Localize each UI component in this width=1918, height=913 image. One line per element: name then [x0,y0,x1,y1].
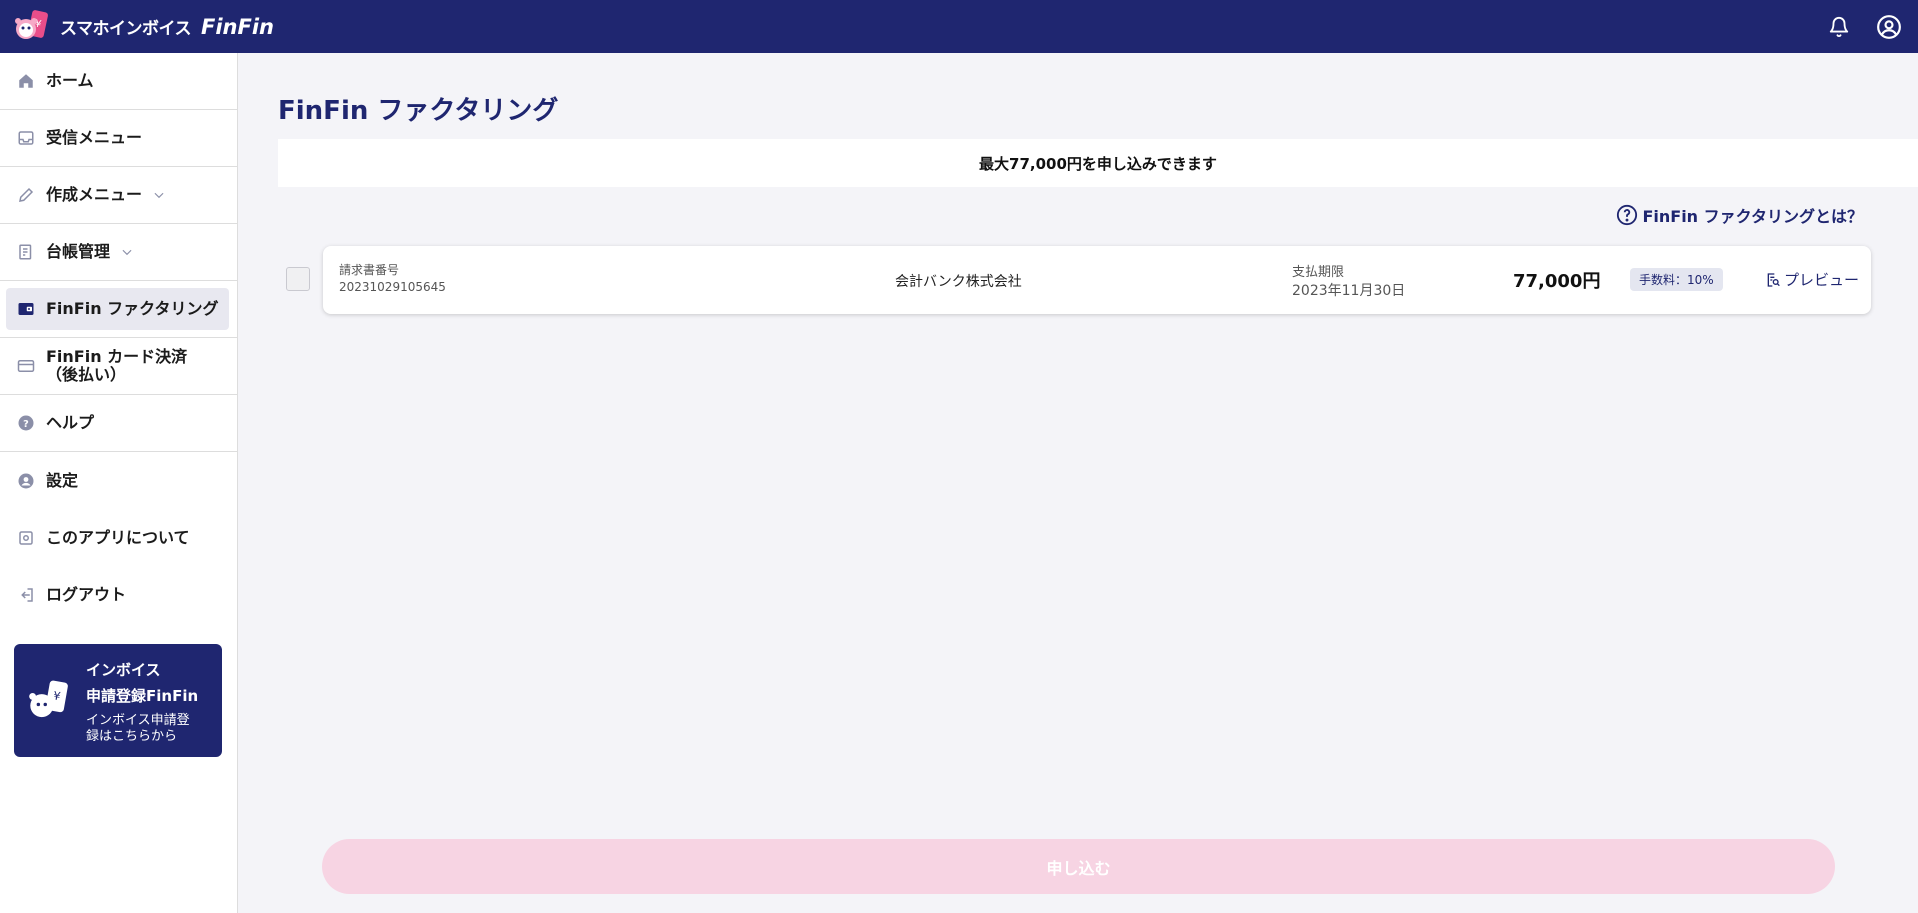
limit-banner: 最大77,000円を申し込みできます [278,139,1918,187]
apply-button[interactable]: 申し込む [322,839,1835,894]
preview-button[interactable]: プレビュー [1765,269,1859,290]
help-icon: ? [16,413,36,433]
promo-desc-line-1: インボイス申請登 [86,712,190,728]
preview-label: プレビュー [1784,271,1860,289]
mascot-logo-icon: ¥ [15,9,48,39]
sidebar: ホーム 受信メニュー 作成メニュー 台帳管理 FinFin ファクタリング Fi… [0,53,238,913]
main-content: FinFin ファクタリング 最大77,000円を申し込みできます FinFin… [239,53,1918,913]
invoice-card: 請求書番号 20231029105645 会計バンク株式会社 支払期限 2023… [323,246,1871,314]
fee-badge: 手数料：10% [1630,268,1723,291]
document-search-icon [1767,272,1780,287]
invoice-select-checkbox[interactable] [286,267,310,291]
svg-text:?: ? [23,419,29,430]
account-icon[interactable] [1876,14,1902,40]
app-logo[interactable]: ¥ スマホインボイス FinFin [14,7,274,47]
invoice-amount: 77,000円 [1513,271,1601,292]
sidebar-item-inbox[interactable]: 受信メニュー [0,110,237,167]
sidebar-item-label: 受信メニュー [46,128,143,147]
wallet-icon [16,299,36,319]
sidebar-item-ledger[interactable]: 台帳管理 [0,224,237,281]
card-icon [16,356,36,376]
promo-title-line-2: 申請登録FinFin [86,686,199,705]
promo-title: インボイス 申請登録FinFin [86,657,198,709]
gear-icon [16,528,36,548]
sidebar-item-logout[interactable]: ログアウト [0,566,237,623]
user-icon [16,471,36,491]
bell-icon[interactable] [1828,15,1850,39]
promo-description: インボイス申請登 録はこちらから [86,713,198,745]
due-date: 2023年11月30日 [1292,283,1406,299]
brand-english: FinFin [200,14,274,39]
top-icons [1828,14,1904,40]
sidebar-item-label: 台帳管理 [46,242,111,261]
sidebar-item-label: ログアウト [46,584,127,604]
top-bar: ¥ スマホインボイス FinFin [0,0,1918,53]
label-line-1: FinFin カード決済 [46,347,188,366]
pencil-icon [16,185,36,205]
promo-desc-line-2: 録はこちらから [86,728,178,744]
sidebar-item-create[interactable]: 作成メニュー [0,167,237,224]
page-title: FinFin ファクタリング [278,96,559,126]
sidebar-item-card-payment[interactable]: FinFin カード決済 （後払い） [0,338,237,395]
invoice-number: 20231029105645 [339,280,446,294]
due-date-label: 支払期限 [1292,265,1345,280]
sidebar-item-label: FinFin カード決済 （後払い） [46,348,187,384]
sidebar-item-label: ヘルプ [46,413,95,432]
ledger-icon [16,242,36,262]
invoice-number-label: 請求書番号 [339,263,400,277]
sidebar-item-label: ホーム [46,71,94,90]
sidebar-item-settings[interactable]: 設定 [0,452,237,509]
sidebar-item-about[interactable]: このアプリについて [0,509,237,566]
invoice-company: 会計バンク株式会社 [895,274,1022,290]
inbox-icon [16,128,36,148]
brand-japanese: スマホインボイス [60,19,191,39]
sidebar-item-home[interactable]: ホーム [0,53,237,110]
sidebar-item-factoring[interactable]: FinFin ファクタリング [0,281,237,338]
question-circle-icon [1617,204,1638,226]
help-link-label: FinFin ファクタリングとは？ [1642,207,1863,226]
sidebar-item-label: 作成メニュー [46,185,143,204]
label-line-2: （後払い） [46,365,127,384]
promo-text: インボイス 申請登録FinFin インボイス申請登 録はこちらから [86,657,198,745]
chevron-down-icon [152,188,166,202]
invoice-registration-promo[interactable]: ¥ インボイス 申請登録FinFin インボイス申請登 録はこちらから [14,644,222,757]
mascot-icon: ¥ [29,680,68,717]
home-icon [16,71,36,91]
sidebar-item-label: 設定 [46,470,79,490]
factoring-help-link[interactable]: FinFin ファクタリングとは？ [1616,203,1863,227]
logout-icon [16,585,36,605]
sidebar-item-label: このアプリについて [46,527,190,547]
sidebar-item-help[interactable]: ? ヘルプ [0,395,237,452]
sidebar-item-label: FinFin ファクタリング [46,299,219,318]
promo-title-line-1: インボイス [86,660,161,679]
chevron-down-icon [120,245,134,259]
